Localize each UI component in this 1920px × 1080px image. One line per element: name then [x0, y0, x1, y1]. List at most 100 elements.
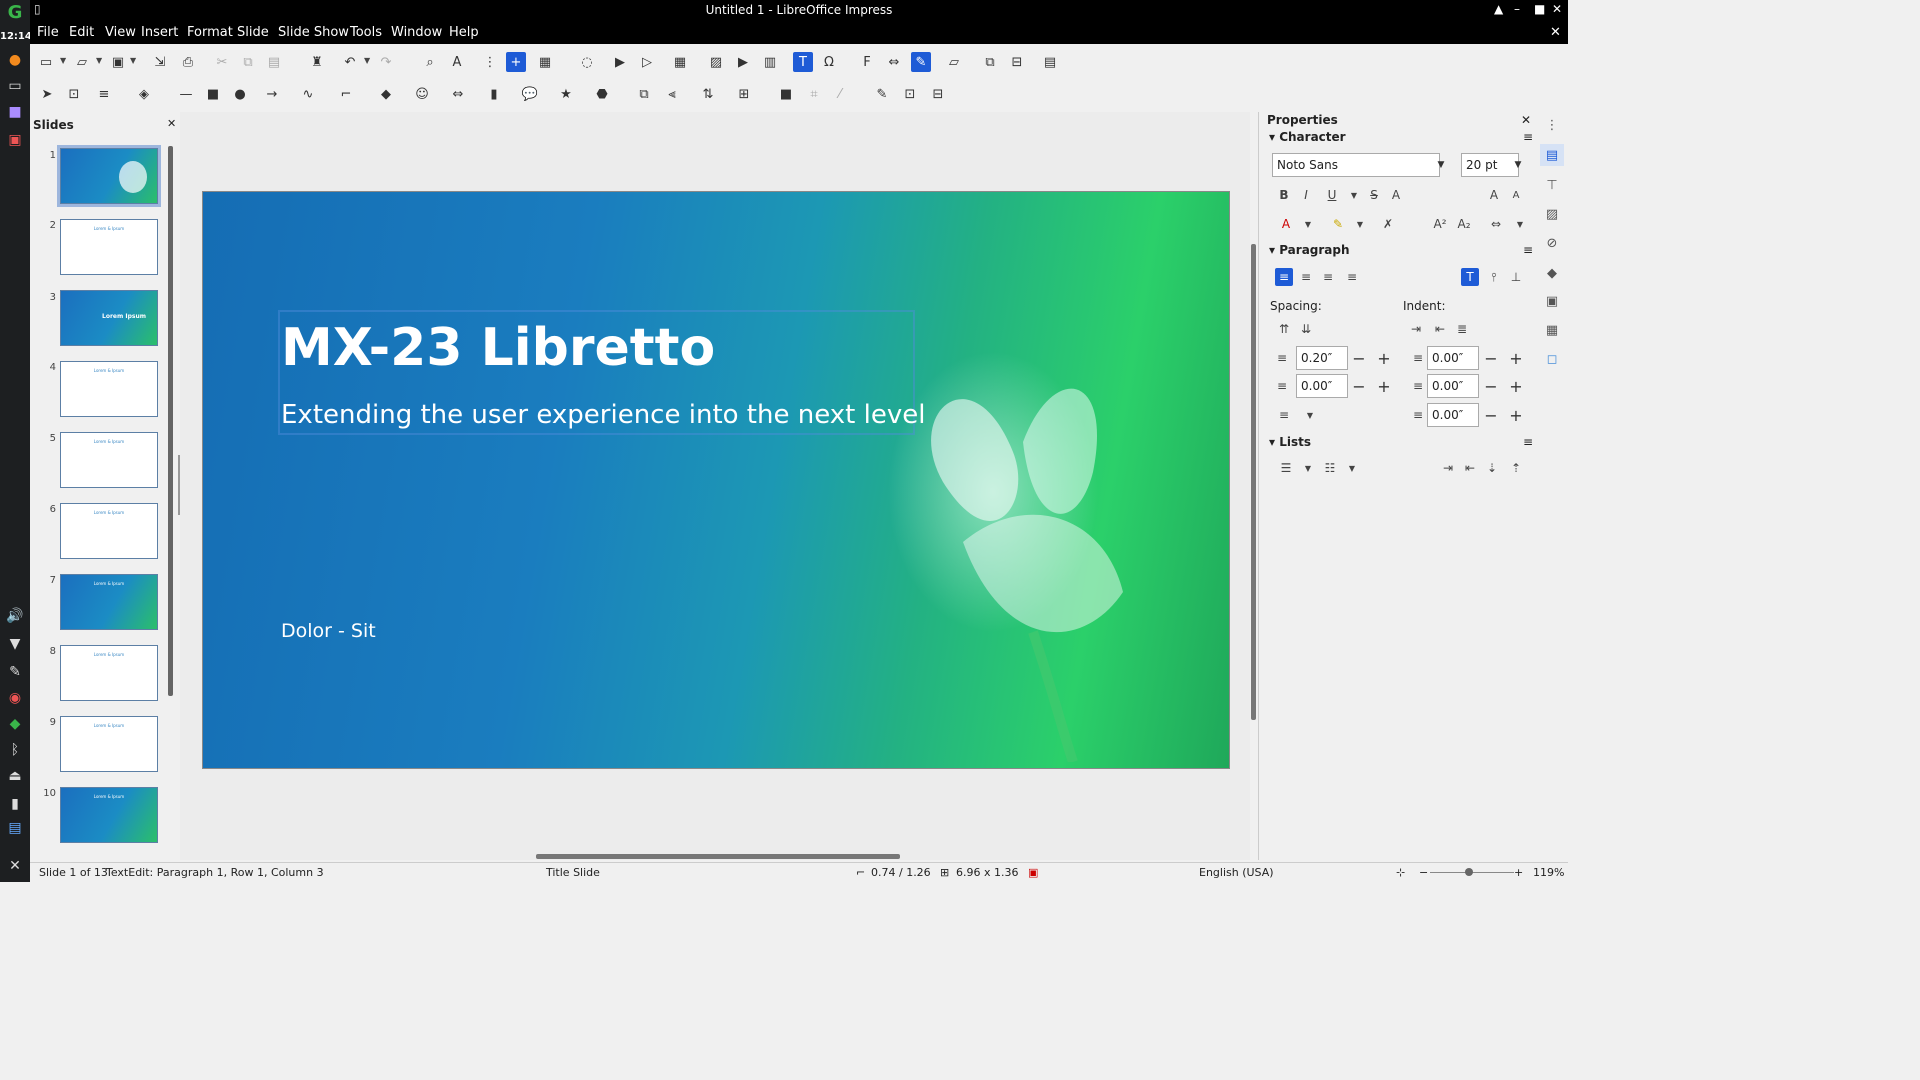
symbol-shapes-icon[interactable]: ☺ — [412, 84, 432, 104]
lines-arrows-icon[interactable]: → — [262, 84, 282, 104]
eject-icon[interactable]: ⏏ — [5, 766, 25, 786]
spacing-above-plus[interactable]: + — [1372, 347, 1396, 369]
slide-thumbnail-10[interactable]: Lorem & Ipsum — [60, 787, 158, 843]
minimize-icon[interactable]: – — [1514, 2, 1520, 16]
glue-points-icon[interactable]: ⊡ — [900, 84, 920, 104]
line-spacing-icon[interactable]: ≡ — [1275, 406, 1293, 424]
vertical-scrollbar[interactable] — [1251, 244, 1256, 720]
font-name-dropdown-icon[interactable]: ▼ — [1429, 154, 1453, 176]
unordered-list-dropdown-icon[interactable]: ▼ — [1299, 459, 1317, 477]
indent-after-minus[interactable]: − — [1479, 375, 1503, 397]
new-dropdown-icon[interactable]: ▼ — [60, 56, 66, 65]
fit-slide-icon[interactable]: ⊹ — [1396, 866, 1405, 879]
superscript-icon[interactable]: A² — [1431, 215, 1449, 233]
spacing-below-minus[interactable]: − — [1347, 375, 1371, 397]
spelling-icon[interactable]: A — [447, 52, 467, 72]
decrease-font-icon[interactable]: A — [1507, 186, 1525, 204]
redo-icon[interactable]: ↷ — [376, 52, 396, 72]
media-icon[interactable]: ▶ — [733, 52, 753, 72]
subscript-icon[interactable]: A₂ — [1455, 215, 1473, 233]
bold-icon[interactable]: B — [1275, 186, 1293, 204]
filter-icon[interactable]: ⁄ — [830, 84, 850, 104]
menu-tools[interactable]: Tools — [350, 25, 382, 40]
toggle-extrusion-icon[interactable]: ⊟ — [928, 84, 948, 104]
promote-icon[interactable]: ⇤ — [1461, 459, 1479, 477]
stars-icon[interactable]: ★ — [556, 84, 576, 104]
slide-transition-icon[interactable]: ⊤ — [1540, 174, 1564, 196]
spacing-icon[interactable]: ⇔ — [1487, 215, 1505, 233]
close-document-icon[interactable]: ✕ — [1550, 25, 1561, 40]
align-left-icon[interactable]: ≡ — [1275, 268, 1293, 286]
table-icon[interactable]: ▦ — [670, 52, 690, 72]
zoom-pan-icon[interactable]: ⊡ — [64, 84, 84, 104]
slide-thumbnail-3[interactable]: Lorem Ipsum — [60, 290, 158, 346]
menu-file[interactable]: File — [37, 25, 59, 40]
increase-font-icon[interactable]: A — [1485, 186, 1503, 204]
shapes-deck-icon[interactable]: ◆ — [1540, 262, 1564, 284]
menu-view[interactable]: View — [105, 25, 136, 40]
close-pane-icon[interactable]: ✕ — [167, 117, 176, 130]
app-icon[interactable]: ■ — [5, 102, 25, 122]
helplines-icon[interactable]: + — [506, 52, 526, 72]
decrease-spacing-icon[interactable]: ⇊ — [1297, 320, 1315, 338]
zoom-level[interactable]: 119% — [1533, 866, 1564, 879]
transformations-icon[interactable]: ⧉ — [634, 84, 654, 104]
hanging-indent-icon[interactable]: ≣ — [1453, 320, 1471, 338]
grid-icon[interactable]: ⋮ — [480, 52, 500, 72]
select-icon[interactable]: ➤ — [37, 84, 57, 104]
fill-color-icon[interactable]: ◈ — [134, 84, 154, 104]
character-section-header[interactable]: ▾ Character — [1269, 130, 1346, 144]
character-more-icon[interactable]: ≡ — [1523, 130, 1533, 144]
menu-window[interactable]: Window — [391, 25, 442, 40]
move-up-icon[interactable]: ⇡ — [1507, 459, 1525, 477]
indent-before-plus[interactable]: + — [1504, 347, 1528, 369]
slides-pane-scrollbar[interactable] — [168, 146, 173, 696]
slide-thumbnail-5[interactable]: Lorem & Ipsum — [60, 432, 158, 488]
indent-first-line-field[interactable]: 0.00″ — [1427, 403, 1479, 427]
comment-icon[interactable]: ◌ — [577, 52, 597, 72]
open-icon[interactable]: ▱ — [72, 52, 92, 72]
shapes-icon[interactable]: ▱ — [944, 52, 964, 72]
slide-thumbnail-6[interactable]: Lorem & Ipsum — [60, 503, 158, 559]
block-arrows-icon[interactable]: ⇔ — [448, 84, 468, 104]
rectangle-icon[interactable]: ■ — [203, 84, 223, 104]
new-icon[interactable]: ▭ — [36, 52, 56, 72]
toggle-points-icon[interactable]: ✎ — [872, 84, 892, 104]
cut-icon[interactable]: ✂ — [212, 52, 232, 72]
paragraph-section-header[interactable]: ▾ Paragraph — [1269, 243, 1350, 257]
indent-after-field[interactable]: 0.00″ — [1427, 374, 1479, 398]
hyperlink-icon[interactable]: ⇔ — [884, 52, 904, 72]
slide-thumbnail-7[interactable]: Lorem & Ipsum — [60, 574, 158, 630]
delete-slide-icon[interactable]: ⊟ — [1007, 52, 1027, 72]
underline-dropdown-icon[interactable]: ▼ — [1345, 186, 1363, 204]
draw-function-icon[interactable]: ✎ — [911, 52, 931, 72]
image-icon[interactable]: ▨ — [706, 52, 726, 72]
indent-first-line-plus[interactable]: + — [1504, 404, 1528, 426]
font-color-dropdown-icon[interactable]: ▼ — [1299, 215, 1317, 233]
line-spacing-dropdown-icon[interactable]: ▼ — [1301, 406, 1319, 424]
close-sidebar-icon[interactable]: ✕ — [1521, 113, 1531, 127]
document-modified-icon[interactable]: ▣ — [1028, 866, 1038, 879]
copy-icon[interactable]: ⧉ — [238, 52, 258, 72]
clipboard-icon[interactable]: ▮ — [5, 794, 25, 814]
menu-help[interactable]: Help — [449, 25, 479, 40]
highlight-dropdown-icon[interactable]: ▼ — [1351, 215, 1369, 233]
align-right-icon[interactable]: ≡ — [1319, 268, 1337, 286]
clear-formatting-icon[interactable]: ✗ — [1379, 215, 1397, 233]
slide-thumbnail-8[interactable]: Lorem & Ipsum — [60, 645, 158, 701]
spacing-below-plus[interactable]: + — [1372, 375, 1396, 397]
curves-icon[interactable]: ∿ — [298, 84, 318, 104]
crop-icon[interactable]: ⌗ — [804, 84, 824, 104]
basic-shapes-icon[interactable]: ◆ — [376, 84, 396, 104]
arrange-icon[interactable]: ⇅ — [698, 84, 718, 104]
increase-indent-icon[interactable]: ⇥ — [1407, 320, 1425, 338]
find-replace-icon[interactable]: ⌕ — [420, 52, 440, 72]
firefox-icon[interactable]: ● — [5, 50, 25, 70]
slide-title[interactable]: MX-23 Libretto — [281, 318, 715, 378]
navigator-icon[interactable]: ⊘ — [1540, 232, 1564, 254]
master-slides-icon[interactable]: ▣ — [1540, 290, 1564, 312]
app-launcher-icon[interactable]: G — [5, 2, 25, 23]
indent-after-plus[interactable]: + — [1504, 375, 1528, 397]
align-icon[interactable]: ⫷ — [662, 84, 682, 104]
zoom-out-icon[interactable]: − — [1419, 866, 1428, 879]
